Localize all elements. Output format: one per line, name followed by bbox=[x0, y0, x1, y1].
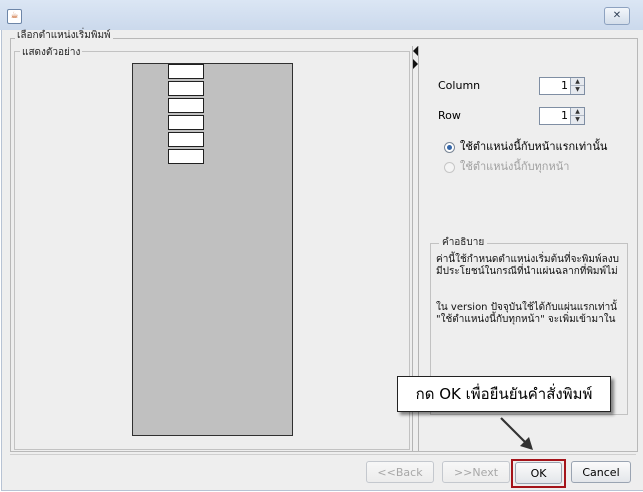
label-cell bbox=[168, 132, 204, 147]
row-value[interactable]: 1 bbox=[561, 109, 568, 123]
spin-up-icon[interactable]: ▲ bbox=[571, 108, 584, 116]
radio-first-page-only[interactable] bbox=[444, 142, 455, 153]
description-panel-title: คำอธิบาย bbox=[439, 237, 488, 249]
spin-down-icon[interactable]: ▼ bbox=[571, 116, 584, 124]
description-text: ค่านี้ใช้กำหนดตำแหน่งเริ่มต้นที่จะพิมพ์ล… bbox=[436, 254, 619, 325]
title-bar: ☕ ✕ bbox=[0, 0, 643, 30]
next-button[interactable]: >>Next bbox=[442, 461, 510, 483]
close-button[interactable]: ✕ bbox=[604, 7, 630, 25]
label-cell bbox=[168, 149, 204, 164]
back-button[interactable]: <<Back bbox=[366, 461, 434, 483]
radio-all-pages bbox=[444, 162, 455, 173]
column-label: Column bbox=[438, 79, 481, 92]
dialog-body: เลือกตำแหน่งเริ่มพิมพ์ แสดงตัวอย่าง Colu… bbox=[1, 30, 643, 491]
label-sheet-preview bbox=[132, 63, 293, 436]
print-position-group-title: เลือกตำแหน่งเริ่มพิมพ์ bbox=[15, 30, 113, 42]
row-label: Row bbox=[438, 109, 461, 122]
pointer-arrow-icon bbox=[500, 417, 533, 450]
label-cell bbox=[168, 98, 204, 113]
collapse-left-arrow-icon[interactable] bbox=[413, 46, 418, 56]
column-spinner-buttons: ▲ ▼ bbox=[570, 78, 584, 94]
column-spinner[interactable]: 1 ▲ ▼ bbox=[539, 77, 585, 95]
java-app-icon: ☕ bbox=[7, 9, 22, 24]
row-spinner-buttons: ▲ ▼ bbox=[570, 108, 584, 124]
ok-button-highlight bbox=[511, 459, 566, 488]
instruction-callout: กด OK เพื่อยืนยันคำสั่งพิมพ์ bbox=[397, 376, 611, 412]
row-spinner[interactable]: 1 ▲ ▼ bbox=[539, 107, 585, 125]
column-value[interactable]: 1 bbox=[561, 79, 568, 93]
label-cell bbox=[168, 115, 204, 130]
cancel-button[interactable]: Cancel bbox=[571, 461, 631, 483]
spin-up-icon[interactable]: ▲ bbox=[571, 78, 584, 86]
preview-panel-title: แสดงตัวอย่าง bbox=[20, 47, 83, 59]
radio-first-page-only-label[interactable]: ใช้ตำแหน่งนี้กับหน้าแรกเท่านั้น bbox=[460, 140, 607, 154]
spin-down-icon[interactable]: ▼ bbox=[571, 86, 584, 94]
collapse-right-arrow-icon[interactable] bbox=[413, 59, 418, 69]
radio-all-pages-label: ใช้ตำแหน่งนี้กับทุกหน้า bbox=[460, 160, 570, 173]
label-cell bbox=[168, 81, 204, 96]
label-cell bbox=[168, 64, 204, 79]
